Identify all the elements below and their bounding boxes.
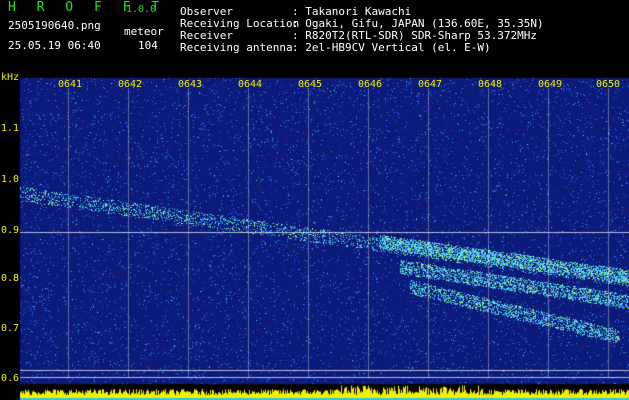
- info-value-antenna: : 2el-HB9CV Vertical (el. E-W): [292, 41, 491, 54]
- event-label: meteor: [124, 25, 164, 38]
- file-name: 2505190640.png: [8, 19, 101, 32]
- minute-label: 0646: [358, 79, 383, 90]
- unit-label: kHz: [1, 72, 20, 83]
- minute-label: 0643: [178, 79, 203, 90]
- info-label-antenna: Receiving antenna: [180, 41, 293, 54]
- y-tick-label: 0.8: [1, 273, 20, 284]
- minute-label: 0649: [538, 79, 563, 90]
- date-time: 25.05.19 06:40: [8, 39, 101, 52]
- y-tick-label: 0.6: [1, 373, 20, 384]
- header-panel: H R O F F T 1.0.0 2505190640.png meteor …: [0, 0, 629, 72]
- minute-label: 0645: [298, 79, 323, 90]
- y-tick-label: 1.1: [1, 123, 20, 134]
- minute-label: 0641: [58, 79, 83, 90]
- minute-label: 0650: [596, 79, 621, 90]
- minute-label: 0647: [418, 79, 443, 90]
- event-count: 104: [138, 39, 158, 52]
- y-tick-label: 1.0: [1, 174, 20, 185]
- minute-label: 0644: [238, 79, 263, 90]
- y-tick-label: 0.7: [1, 323, 20, 334]
- minute-label: 0642: [118, 79, 143, 90]
- minute-label: 0648: [478, 79, 503, 90]
- spectrogram-canvas: [0, 72, 629, 400]
- y-tick-label: 0.9: [1, 225, 20, 236]
- app-version: 1.0.0: [126, 4, 157, 15]
